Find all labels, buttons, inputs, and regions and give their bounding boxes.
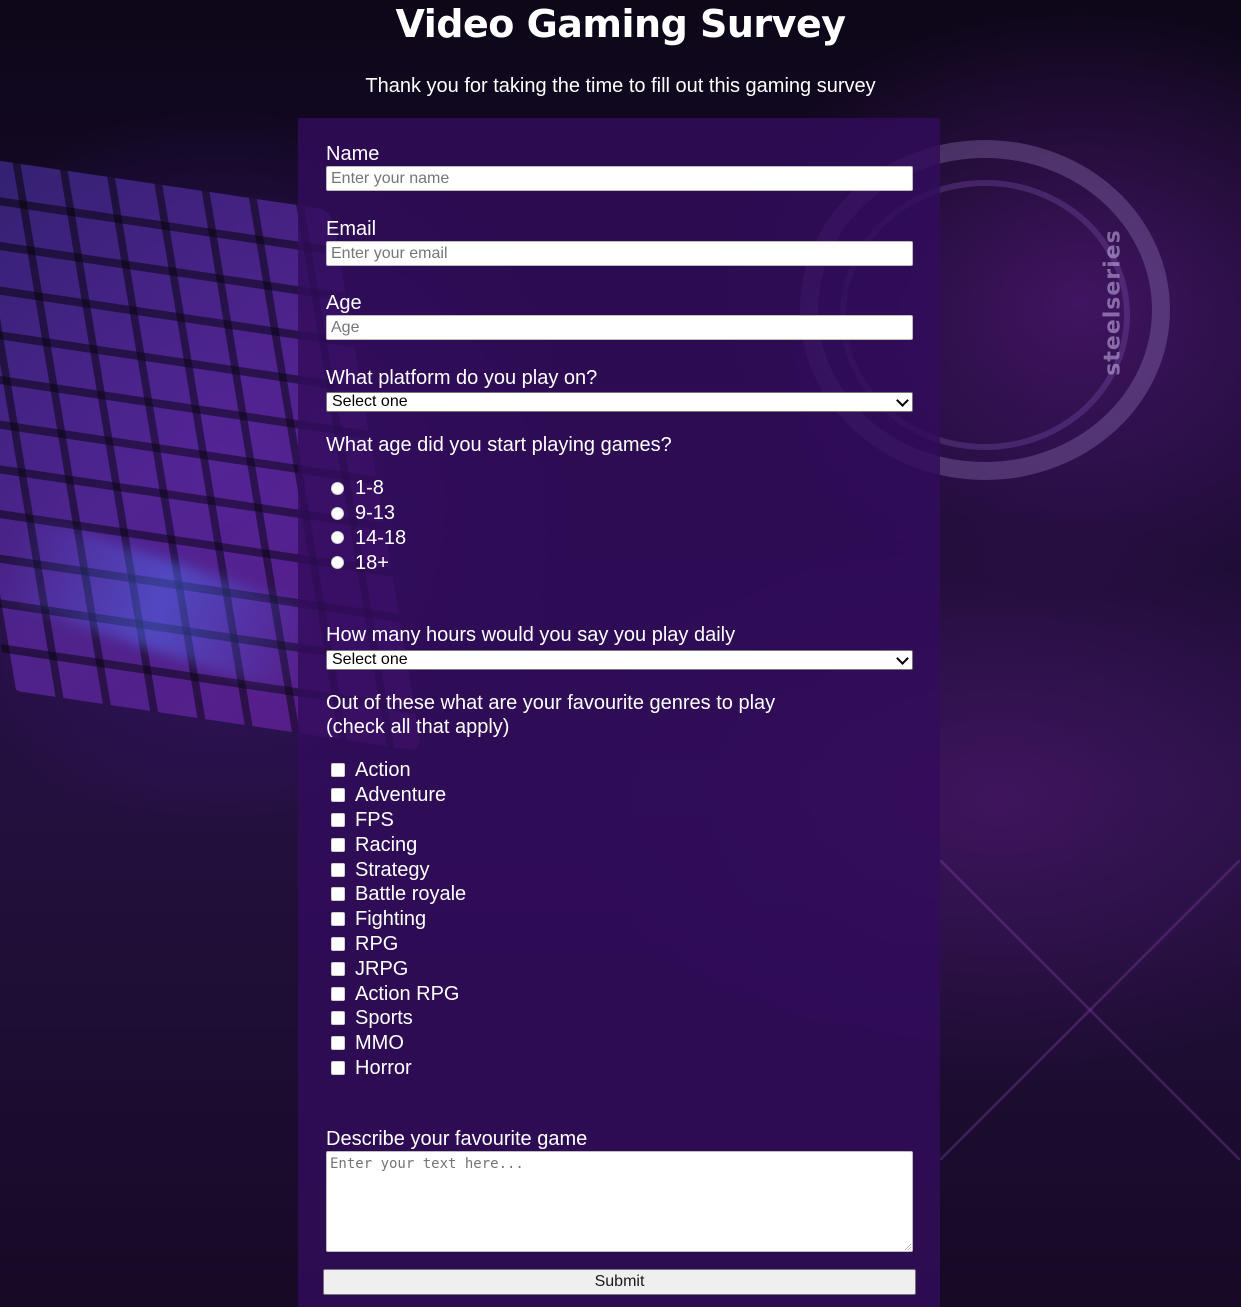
- radio-label: 18+: [355, 551, 389, 574]
- checkbox-option-mmo[interactable]: MMO: [331, 1031, 466, 1056]
- checkbox-option-strategy[interactable]: Strategy: [331, 857, 466, 882]
- start-age-label: What age did you start playing games?: [326, 434, 672, 456]
- checkbox[interactable]: [331, 788, 345, 803]
- name-input[interactable]: [326, 166, 913, 191]
- checkbox-label: Strategy: [355, 858, 430, 881]
- email-input[interactable]: [326, 241, 913, 266]
- resize-grip-icon[interactable]: [905, 1244, 911, 1250]
- checkbox[interactable]: [331, 912, 345, 927]
- checkbox[interactable]: [331, 763, 345, 778]
- platform-dropdown-value: Select one: [332, 393, 408, 410]
- checkbox[interactable]: [331, 1011, 345, 1026]
- checkbox-label: Adventure: [355, 784, 447, 807]
- page-title: Video Gaming Survey: [395, 2, 847, 46]
- submit-button[interactable]: Submit: [323, 1269, 916, 1295]
- checkbox[interactable]: [331, 936, 345, 951]
- checkbox[interactable]: [331, 812, 345, 827]
- checkbox-option-horror[interactable]: Horror: [331, 1056, 466, 1081]
- genres-checkbox-group: Action Adventure FPS Racing Strategy Bat…: [331, 758, 466, 1080]
- checkbox[interactable]: [331, 961, 345, 976]
- checkbox-option-racing[interactable]: Racing: [331, 832, 466, 857]
- checkbox-option-rpg[interactable]: RPG: [331, 932, 466, 957]
- hours-label: How many hours would you say you play da…: [326, 624, 736, 646]
- survey-page: Video Gaming Survey Thank you for taking…: [0, 0, 1241, 1307]
- page-description: Thank you for taking the time to fill ou…: [365, 75, 876, 97]
- hours-dropdown[interactable]: Select one: [326, 650, 913, 670]
- platform-dropdown[interactable]: Select one: [326, 392, 913, 412]
- platform-label: What platform do you play on?: [326, 367, 598, 389]
- radio-option-18-plus[interactable]: 18+: [331, 550, 406, 575]
- checkbox-label: Racing: [355, 833, 418, 856]
- checkbox[interactable]: [331, 887, 345, 902]
- hours-dropdown-value: Select one: [332, 651, 408, 668]
- start-age-radio-group: 1-8 9-13 14-18 18+: [331, 476, 406, 575]
- genres-hint: (check all that apply): [326, 716, 510, 738]
- checkbox[interactable]: [331, 862, 345, 877]
- checkbox[interactable]: [331, 1060, 345, 1075]
- checkbox-label: Fighting: [355, 908, 427, 931]
- checkbox-label: FPS: [355, 808, 394, 831]
- checkbox-option-action[interactable]: Action: [331, 758, 466, 783]
- checkbox[interactable]: [331, 1036, 345, 1051]
- radio-button[interactable]: [331, 481, 344, 495]
- favourite-game-label: Describe your favourite game: [326, 1128, 588, 1150]
- checkbox-option-jrpg[interactable]: JRPG: [331, 956, 466, 981]
- genres-label: Out of these what are your favourite gen…: [326, 692, 776, 714]
- checkbox-label: Battle royale: [355, 883, 467, 906]
- checkbox-option-fps[interactable]: FPS: [331, 808, 466, 833]
- checkbox[interactable]: [331, 837, 345, 852]
- name-label: Name: [326, 143, 380, 165]
- radio-button[interactable]: [331, 506, 344, 520]
- radio-label: 14-18: [355, 526, 407, 549]
- checkbox-option-battle-royale[interactable]: Battle royale: [331, 882, 466, 907]
- radio-button[interactable]: [331, 556, 344, 570]
- checkbox-label: Horror: [355, 1056, 412, 1079]
- chevron-down-icon: [896, 652, 909, 665]
- radio-button[interactable]: [331, 531, 344, 545]
- checkbox-option-adventure[interactable]: Adventure: [331, 783, 466, 808]
- checkbox-option-action-rpg[interactable]: Action RPG: [331, 981, 466, 1006]
- chevron-down-icon: [896, 394, 909, 407]
- checkbox-label: RPG: [355, 932, 399, 955]
- checkbox-label: Action: [355, 759, 411, 782]
- age-input[interactable]: [326, 315, 913, 340]
- radio-label: 1-8: [355, 477, 384, 500]
- checkbox-option-fighting[interactable]: Fighting: [331, 907, 466, 932]
- email-label: Email: [326, 218, 377, 240]
- survey-form: Name Email Age What platform do you play…: [298, 118, 940, 1307]
- checkbox-label: MMO: [355, 1032, 404, 1055]
- age-label: Age: [326, 292, 362, 314]
- checkbox-option-sports[interactable]: Sports: [331, 1006, 466, 1031]
- radio-label: 9-13: [355, 502, 396, 525]
- radio-option-9-13[interactable]: 9-13: [331, 501, 406, 526]
- radio-option-14-18[interactable]: 14-18: [331, 526, 406, 551]
- favourite-game-textarea[interactable]: [326, 1151, 913, 1252]
- checkbox[interactable]: [331, 986, 345, 1001]
- radio-option-1-8[interactable]: 1-8: [331, 476, 406, 501]
- checkbox-label: JRPG: [355, 957, 409, 980]
- checkbox-label: Sports: [355, 1007, 413, 1030]
- checkbox-label: Action RPG: [355, 982, 460, 1005]
